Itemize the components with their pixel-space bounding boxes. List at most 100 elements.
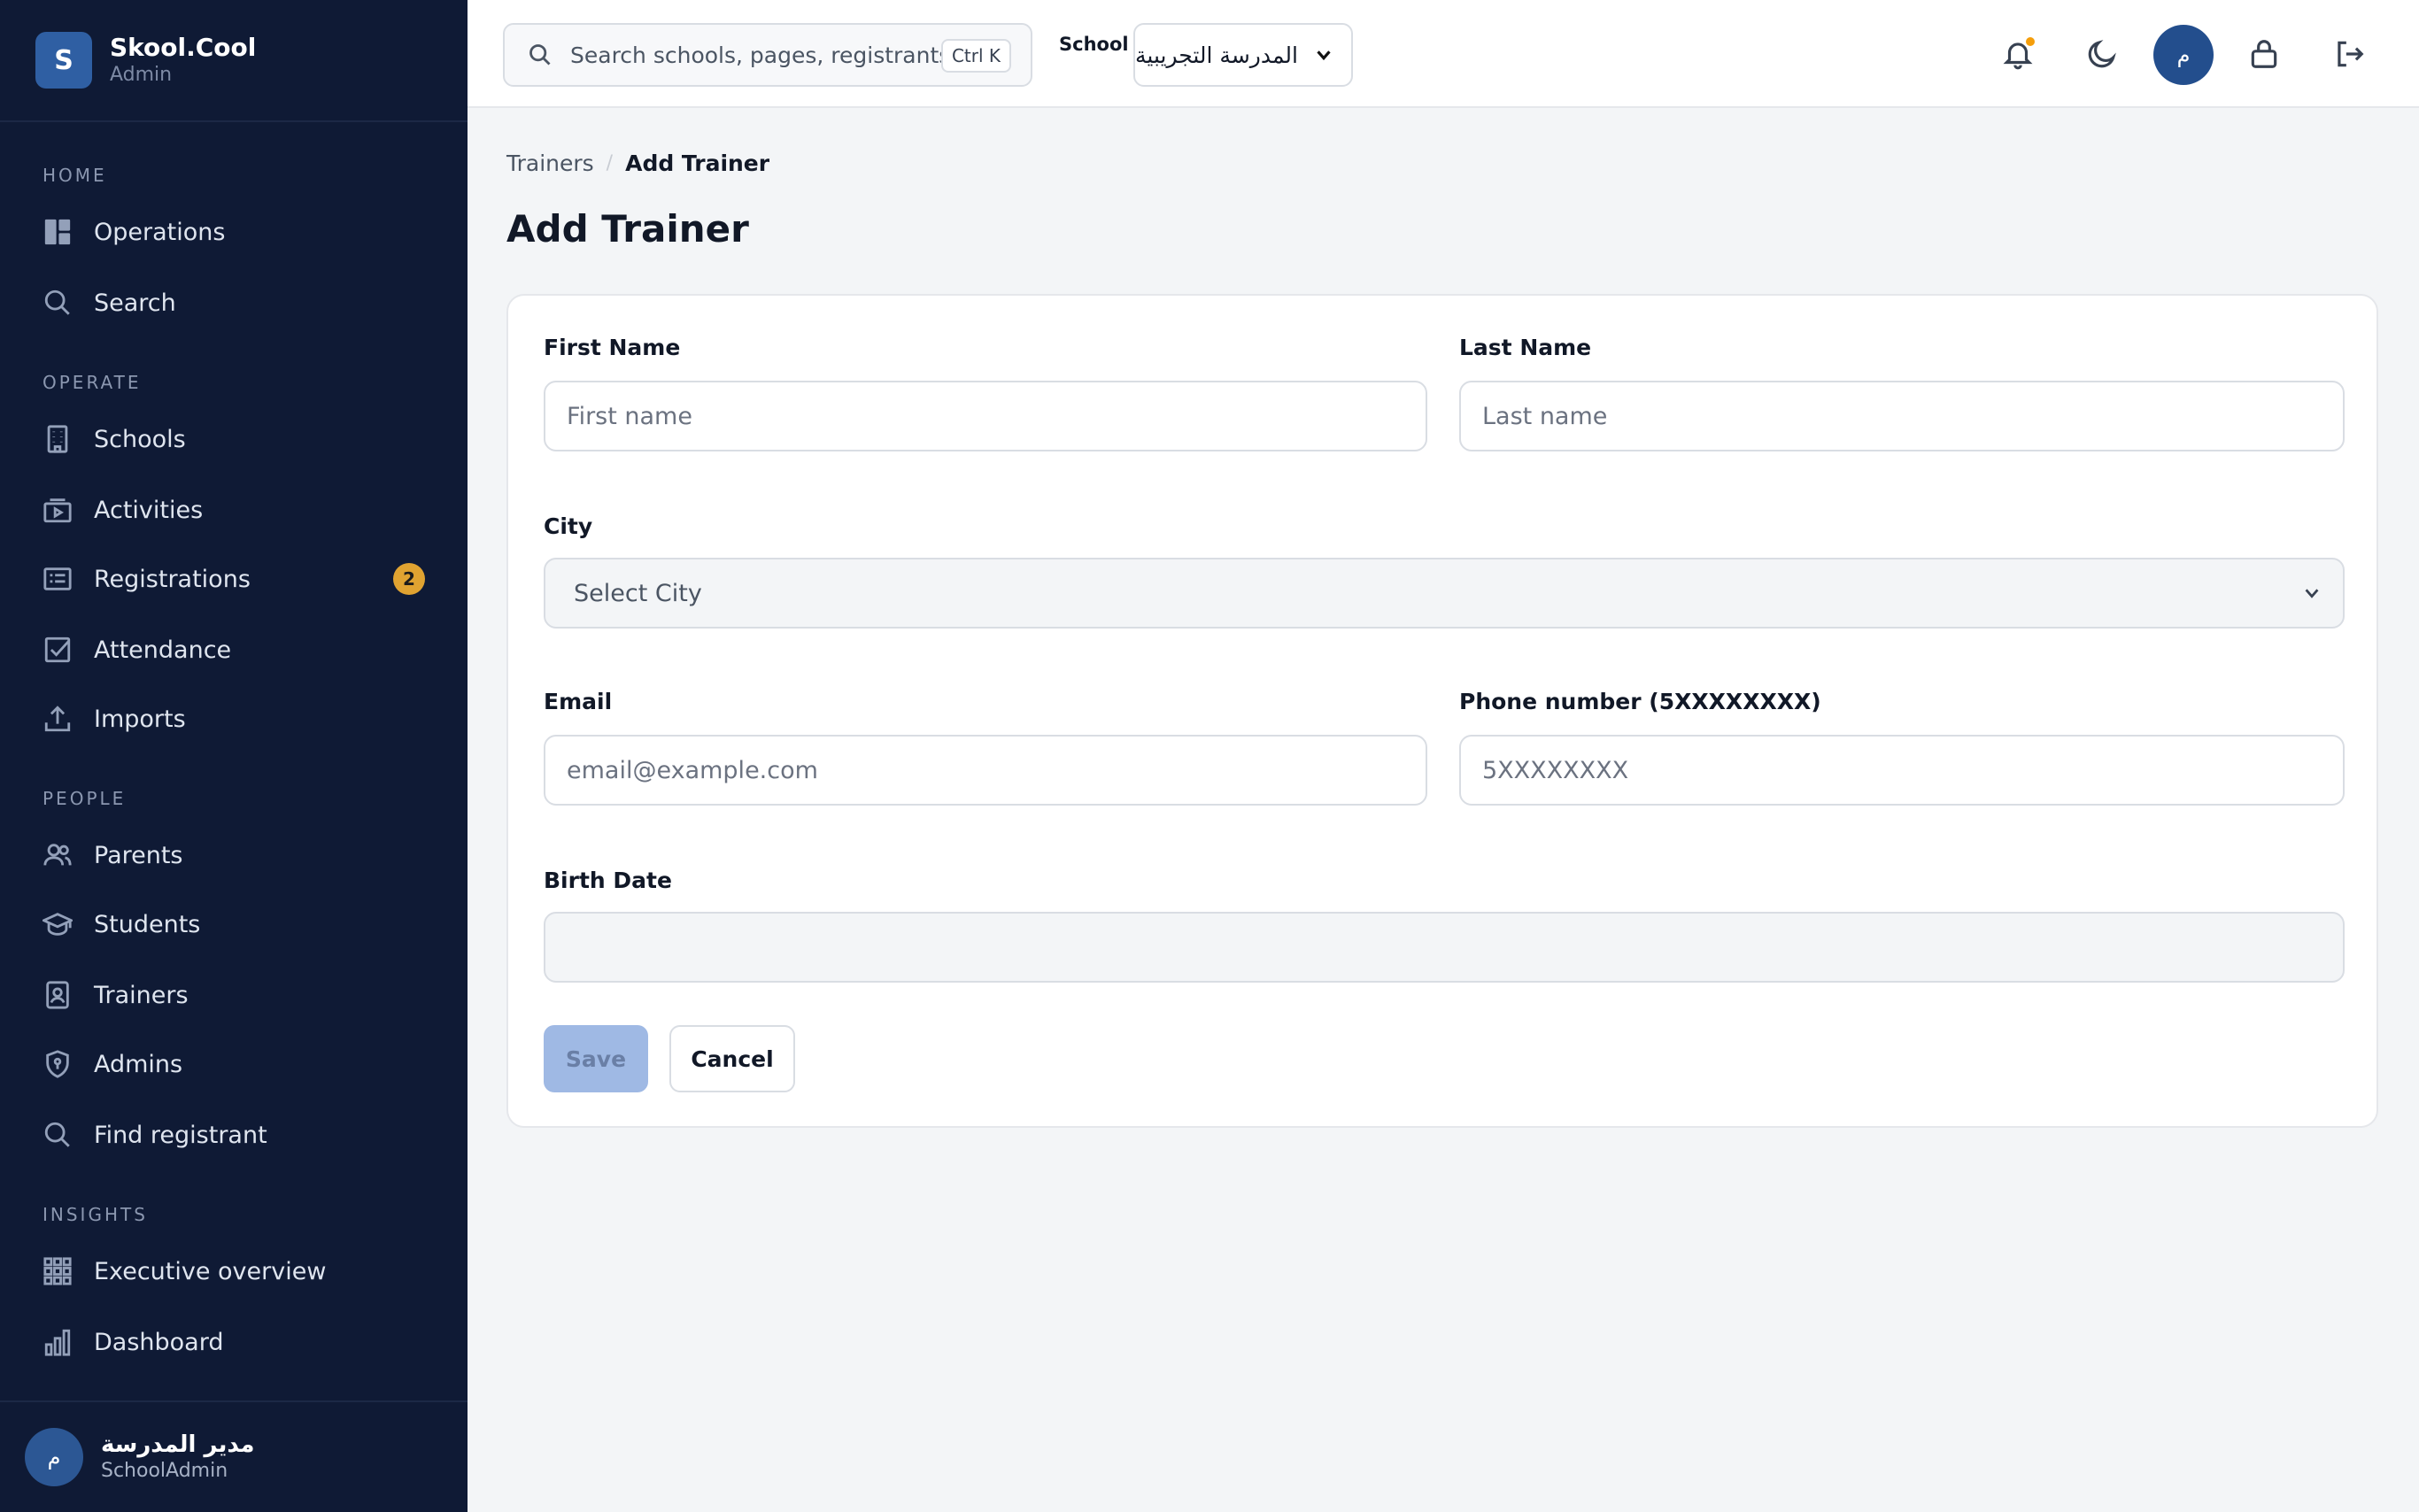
search-icon [44,289,70,315]
school-label: School [1059,34,1129,55]
building-icon [47,425,68,453]
sidebar-item-label: Students [94,910,201,938]
phone-label: Phone number (5XXXXXXXX) [1459,689,1821,714]
shield-icon [46,1050,69,1078]
sidebar-item-label: Executive overview [94,1257,327,1285]
sidebar-item-trainers[interactable]: Trainers [43,970,425,1020]
first-name-label: First Name [544,335,681,360]
registrations-icon [43,567,72,590]
sidebar-item-students[interactable]: Students [43,899,425,949]
sidebar-item-imports[interactable]: Imports [43,694,425,744]
sidebar-item-schools[interactable]: Schools [43,414,425,464]
search-placeholder: Search schools, pages, registrants... [570,42,972,68]
breadcrumb-separator: / [606,152,614,174]
registrations-count-badge: 2 [393,563,425,595]
school-select[interactable]: المدرسة التجريبية [1133,23,1353,87]
upload-icon [44,706,71,732]
email-placeholder: email@example.com [567,756,818,784]
sidebar-item-label: Registrations [94,565,251,593]
city-select-value: Select City [574,579,702,607]
phone-placeholder: 5XXXXXXXX [1482,756,1629,784]
birth-date-label: Birth Date [544,868,672,893]
theme-toggle-button[interactable] [2076,28,2128,80]
sidebar-item-label: Imports [94,705,186,733]
section-insights: INSIGHTS [43,1204,148,1225]
sidebar-item-label: Operations [94,218,226,246]
lock-icon [2251,40,2277,68]
search-icon [44,1122,70,1147]
user-avatar-button[interactable]: م [2153,25,2214,85]
keyboard-shortcut-hint: Ctrl K [940,39,1011,73]
sidebar-item-label: Parents [94,841,183,869]
last-name-placeholder: Last name [1482,402,1608,430]
sidebar-item-operations[interactable]: Operations [43,207,425,257]
logout-icon [2338,41,2364,67]
sidebar: S Skool.Cool Admin HOME Operations Searc… [0,0,468,1512]
email-field[interactable]: email@example.com [544,735,1427,806]
sidebar-item-dashboard[interactable]: Dashboard [43,1317,425,1367]
add-trainer-form: First Name First name Last Name Last nam… [506,294,2378,1128]
user-name: مدير المدرسة [101,1431,255,1458]
sidebar-item-label: Activities [94,496,204,524]
sidebar-item-executive-overview[interactable]: Executive overview [43,1246,425,1296]
chevron-down-icon [1317,50,1331,61]
sidebar-item-admins[interactable]: Admins [43,1039,425,1089]
breadcrumb-current: Add Trainer [625,150,770,176]
activities-icon [43,498,72,523]
user-role: SchoolAdmin [101,1460,228,1482]
sidebar-item-label: Admins [94,1050,183,1078]
top-bar: Search schools, pages, registrants... Ct… [468,0,2419,108]
section-operate: OPERATE [43,372,142,393]
avatar: م [25,1428,83,1486]
cancel-button[interactable]: Cancel [669,1025,795,1092]
sidebar-item-search[interactable]: Search [43,278,425,328]
sidebar-item-label: Schools [94,425,186,453]
brand-logo: S [35,32,92,89]
sidebar-item-registrations[interactable]: Registrations 2 [43,554,425,604]
chevron-down-icon [2305,589,2319,598]
section-people: PEOPLE [43,788,127,809]
last-name-label: Last Name [1459,335,1592,360]
notifications-button[interactable] [1992,28,2044,80]
save-button[interactable]: Save [544,1025,648,1092]
grid-icon [43,1257,72,1285]
checkbox-icon [44,636,71,663]
lock-button[interactable] [2238,28,2290,80]
sidebar-item-find-registrant[interactable]: Find registrant [43,1110,425,1160]
brand: S Skool.Cool Admin [0,0,468,122]
city-label: City [544,513,593,539]
first-name-placeholder: First name [567,402,692,430]
sidebar-item-activities[interactable]: Activities [43,485,425,535]
users-icon [43,844,72,866]
page-title: Add Trainer [506,207,749,251]
brand-role: Admin [110,64,173,86]
breadcrumb: Trainers / Add Trainer [506,150,769,176]
moon-icon [2088,40,2116,68]
birth-date-input[interactable] [544,912,2345,983]
global-search-input[interactable]: Search schools, pages, registrants... Ct… [503,23,1032,87]
sidebar-item-label: Dashboard [94,1328,224,1356]
school-select-value: المدرسة التجريبية [1135,42,1298,68]
sidebar-item-parents[interactable]: Parents [43,830,425,880]
first-name-input[interactable]: First name [544,381,1427,451]
dashboard-icon [44,219,71,245]
city-select[interactable]: Select City [544,558,2345,629]
phone-field[interactable]: 5XXXXXXXX [1459,735,2345,806]
last-name-input[interactable]: Last name [1459,381,2345,451]
breadcrumb-link-trainers[interactable]: Trainers [506,150,594,176]
section-home: HOME [43,165,107,186]
sidebar-item-attendance[interactable]: Attendance [43,625,425,675]
sidebar-user-profile[interactable]: م مدير المدرسة SchoolAdmin [0,1400,468,1512]
brand-name: Skool.Cool [110,33,257,62]
email-label: Email [544,689,613,714]
notification-dot [2026,37,2035,46]
search-icon [529,44,551,66]
logout-button[interactable] [2323,28,2375,80]
graduation-cap-icon [43,913,73,936]
sidebar-item-label: Attendance [94,636,232,664]
sidebar-item-label: Find registrant [94,1121,267,1149]
sidebar-item-label: Trainers [94,981,189,1009]
id-badge-icon [46,981,69,1009]
bar-chart-icon [44,1329,71,1356]
sidebar-item-label: Search [94,289,176,317]
